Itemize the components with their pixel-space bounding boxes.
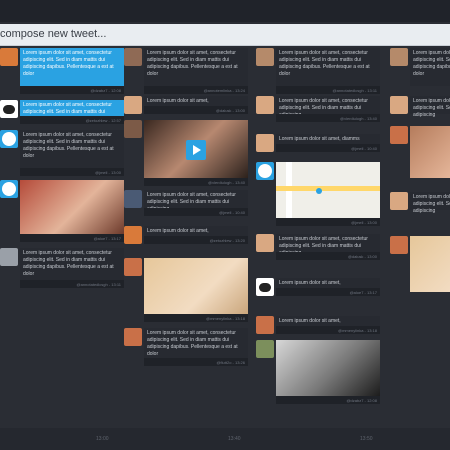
compose-tweet-input[interactable]: compose new tweet... — [0, 24, 450, 46]
tweet-meta: @vlerdiulogh - 13:40 — [144, 178, 248, 186]
avatar — [390, 192, 408, 210]
tweet-meta: @dalusk - 13:00 — [144, 106, 248, 114]
app-window: compose new tweet... Lorem ipsum dolor s… — [0, 0, 450, 450]
play-icon[interactable] — [186, 140, 206, 160]
tweet-meta: @aloe7 - 13:17 — [276, 288, 380, 296]
tweet-text: Lorem ipsum dolor sit amet, consectetur … — [144, 48, 248, 86]
tweet-text: Lorem ipsum dolor sit amet, consectetur … — [20, 48, 124, 86]
time-label: 13:50 — [360, 436, 373, 442]
avatar — [390, 236, 408, 254]
tweet-text: Lorem ipsum dolor sit amet, consectetur … — [276, 234, 380, 256]
tweet-text: Lorem ipsum dolor sit amet, consectetur … — [144, 190, 248, 212]
avatar — [256, 234, 274, 252]
time-label: 13:40 — [228, 436, 241, 442]
tweet-photo[interactable] — [144, 258, 248, 314]
avatar-m-logo — [0, 130, 18, 148]
avatar — [390, 126, 408, 144]
tweet-meta: @flutt2o - 13:26 — [144, 358, 248, 366]
time-label: 13:00 — [96, 436, 109, 442]
tweet-text: Lorem ipsum dolor sit amet, — [276, 316, 380, 326]
tweet-photo[interactable] — [20, 180, 124, 234]
tweet-text: Lorem ipsum dolor sit amet, consectetur … — [20, 130, 124, 168]
avatar — [0, 48, 18, 66]
tweet-meta: @aloe7 - 13:17 — [20, 234, 124, 242]
avatar-m-logo — [0, 180, 18, 198]
title-bar — [0, 0, 450, 22]
tweet-meta: @dzabz7 - 12:08 — [276, 396, 380, 404]
tweet-text: Lorem ipsum dolor sit amet, consectetur … — [276, 96, 380, 118]
tweet-meta: @jmell - 10:40 — [144, 208, 248, 216]
avatar — [124, 226, 142, 244]
tweet-photo[interactable] — [276, 340, 380, 396]
tweet-meta: @jmell - 13:00 — [20, 168, 124, 176]
tweet-meta: @mmenylinka - 13:18 — [144, 314, 248, 322]
tweet-video[interactable] — [144, 120, 248, 178]
tweet-meta: @jmell - 10:40 — [276, 144, 380, 152]
tweet-text: Lorem ipsum dolor sit amet, consectetur … — [276, 48, 380, 86]
tweet-text: Lorem ipsum dolor sit amet, — [276, 278, 380, 288]
avatar — [124, 258, 142, 276]
tweet-meta: @dzabz7 - 12:08 — [20, 86, 124, 94]
tweet-meta: @jmell - 13:00 — [276, 218, 380, 226]
avatar — [124, 48, 142, 66]
map-pin-icon — [316, 188, 322, 194]
tweet-text: Lorem ipsum dolor sit amet, consectetur … — [20, 100, 124, 122]
tweet-text: Lorem ipsum dolor sit amet, consectetur … — [410, 192, 450, 214]
timeline-scrubber[interactable]: 13:00 13:40 13:50 — [0, 428, 450, 450]
avatar — [124, 96, 142, 114]
tweet-meta: @zetozhlew - 13:20 — [144, 236, 248, 244]
avatar — [256, 48, 274, 66]
tweet-text: Lorem ipsum dolor sit amet, consectetur … — [410, 48, 450, 86]
avatar — [124, 328, 142, 346]
avatar — [256, 134, 274, 152]
avatar-panda — [0, 100, 18, 118]
avatar — [390, 96, 408, 114]
avatar-m-logo — [256, 162, 274, 180]
tweet-text: Lorem ipsum dolor sit amet, diamms — [276, 134, 380, 144]
avatar — [256, 316, 274, 334]
tweet-text: Lorem ipsum dolor sit amet, consectetur … — [144, 328, 248, 358]
tweet-text: Lorem ipsum dolor sit amet, — [144, 226, 248, 236]
tweet-meta: @mmenylinka - 13:18 — [276, 326, 380, 334]
tweet-meta: @annotatedlcsgh - 13:11 — [276, 86, 380, 94]
tweet-meta: @annotatedlcsgh - 13:11 — [20, 280, 124, 288]
map-preview[interactable] — [276, 162, 380, 218]
tweet-text: Lorem ipsum dolor sit amet, — [144, 96, 248, 106]
tweet-meta: @annotemlinka - 13:24 — [144, 86, 248, 94]
tweet-meta: @vlerdiulogh - 13:40 — [276, 114, 380, 122]
tweet-text: Lorem ipsum dolor sit amet, consectetur … — [20, 248, 124, 280]
tweet-photo[interactable] — [410, 126, 450, 178]
tweet-meta: @dalusk - 13:00 — [276, 252, 380, 260]
avatar-panda — [256, 278, 274, 296]
avatar — [0, 248, 18, 266]
avatar — [256, 96, 274, 114]
tweet-meta: @zetozhlew - 12:57 — [20, 116, 124, 124]
tweet-text: Lorem ipsum dolor sit amet, consectetur … — [410, 96, 450, 118]
tweet-photo[interactable] — [410, 236, 450, 292]
avatar — [256, 340, 274, 358]
avatar — [390, 48, 408, 66]
avatar — [124, 120, 142, 138]
avatar — [124, 190, 142, 208]
